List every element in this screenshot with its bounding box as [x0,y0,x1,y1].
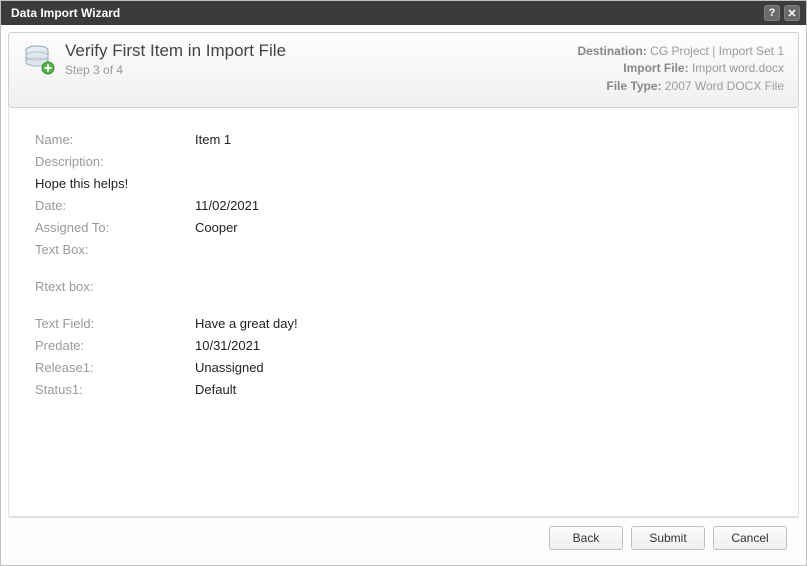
submit-button[interactable]: Submit [631,526,705,550]
release1-value: Unassigned [195,358,772,377]
window-title: Data Import Wizard [11,6,120,20]
back-button[interactable]: Back [549,526,623,550]
titlebar-controls: ? ✕ [764,5,800,21]
assigned-to-label: Assigned To: [35,218,195,237]
header-panel: Verify First Item in Import File Step 3 … [8,32,799,108]
destination-value: CG Project | Import Set 1 [650,44,784,58]
date-label: Date: [35,196,195,215]
description-value-placeholder [195,152,772,156]
predate-label: Predate: [35,336,195,355]
header-left: Verify First Item in Import File Step 3 … [23,43,286,77]
page-title: Verify First Item in Import File [65,41,286,61]
assigned-to-value: Cooper [195,218,772,237]
text-field-label: Text Field: [35,314,195,333]
rtext-box-value [195,277,772,281]
body-panel: Name: Item 1 Description: Hope this help… [8,108,799,517]
status1-label: Status1: [35,380,195,399]
titlebar: Data Import Wizard ? ✕ [1,1,806,25]
name-label: Name: [35,130,195,149]
name-value: Item 1 [195,130,772,149]
description-label: Description: [35,152,195,171]
database-import-icon [23,43,55,75]
cancel-button[interactable]: Cancel [713,526,787,550]
predate-value: 10/31/2021 [195,336,772,355]
header-info: Destination: CG Project | Import Set 1 I… [577,43,784,95]
file-type-label: File Type: [606,79,661,93]
help-button[interactable]: ? [764,5,780,21]
rtext-box-label: Rtext box: [35,277,195,296]
release1-label: Release1: [35,358,195,377]
status1-value: Default [195,380,772,399]
text-box-value [195,240,772,244]
destination-label: Destination: [577,44,646,58]
import-file-label: Import File: [623,61,688,75]
file-type-value: 2007 Word DOCX File [665,79,784,93]
wizard-window: Data Import Wizard ? ✕ [0,0,807,566]
text-field-value: Have a great day! [195,314,772,333]
close-button[interactable]: ✕ [784,5,800,21]
step-indicator: Step 3 of 4 [65,63,286,77]
import-file-value: Import word.docx [692,61,784,75]
content: Verify First Item in Import File Step 3 … [1,25,806,565]
description-value: Hope this helps! [35,174,772,193]
footer-panel: Back Submit Cancel [8,517,799,558]
text-box-label: Text Box: [35,240,195,259]
field-grid: Name: Item 1 Description: Hope this help… [35,130,772,399]
date-value: 11/02/2021 [195,196,772,215]
